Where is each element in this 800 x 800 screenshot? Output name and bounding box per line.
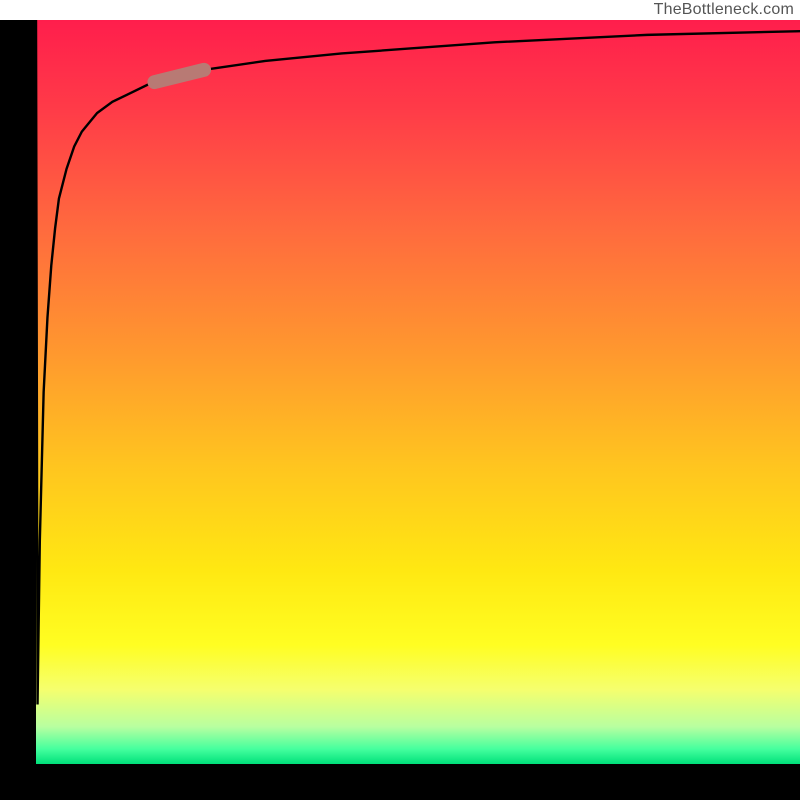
y-axis-bar [0,20,36,780]
curve-layer [36,20,800,764]
plot-area [36,20,800,764]
x-axis-bar [0,764,800,800]
attribution-label: TheBottleneck.com [654,0,794,20]
curve-path [36,20,800,704]
chart-frame: TheBottleneck.com [0,0,800,800]
curve-marker [154,70,204,82]
